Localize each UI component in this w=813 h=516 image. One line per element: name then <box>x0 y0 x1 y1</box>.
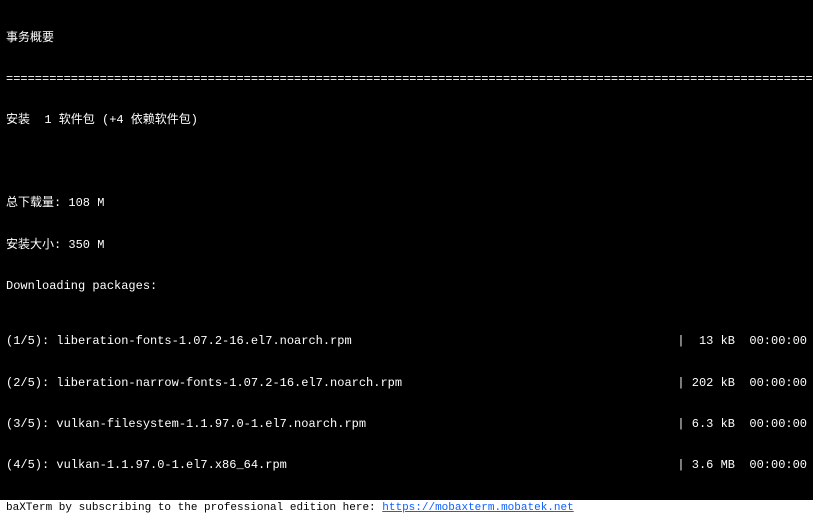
download-row: (2/5): liberation-narrow-fonts-1.07.2-16… <box>6 377 807 391</box>
summary-title: 事务概要 <box>6 32 807 46</box>
download-stat: | 6.3 kB 00:00:00 <box>677 418 807 432</box>
install-summary: 安装 1 软件包 (+4 依赖软件包) <box>6 114 807 128</box>
install-size: 安装大小: 350 M <box>6 239 807 253</box>
download-row: (3/5): vulkan-filesystem-1.1.97.0-1.el7.… <box>6 418 807 432</box>
download-name: (3/5): vulkan-filesystem-1.1.97.0-1.el7.… <box>6 418 366 432</box>
download-name: (2/5): liberation-narrow-fonts-1.07.2-16… <box>6 377 402 391</box>
terminal-window[interactable]: 事务概要 ===================================… <box>0 0 813 500</box>
download-stat: | 202 kB 00:00:00 <box>677 377 807 391</box>
downloading-label: Downloading packages: <box>6 280 807 294</box>
footer-text: baXTerm by subscribing to the profession… <box>6 502 382 514</box>
blank-line <box>6 156 807 170</box>
footer-link[interactable]: https://mobaxterm.mobatek.net <box>382 502 573 514</box>
download-stat: | 13 kB 00:00:00 <box>677 335 807 349</box>
download-size: 总下载量: 108 M <box>6 197 807 211</box>
mobaxterm-footer: baXTerm by subscribing to the profession… <box>0 500 813 516</box>
download-row: (1/5): liberation-fonts-1.07.2-16.el7.no… <box>6 335 807 349</box>
download-row: (4/5): vulkan-1.1.97.0-1.el7.x86_64.rpm … <box>6 459 807 473</box>
separator-equals: ========================================… <box>6 73 807 87</box>
download-stat: | 3.6 MB 00:00:00 <box>677 459 807 473</box>
download-name: (1/5): liberation-fonts-1.07.2-16.el7.no… <box>6 335 352 349</box>
download-name: (4/5): vulkan-1.1.97.0-1.el7.x86_64.rpm <box>6 459 287 473</box>
